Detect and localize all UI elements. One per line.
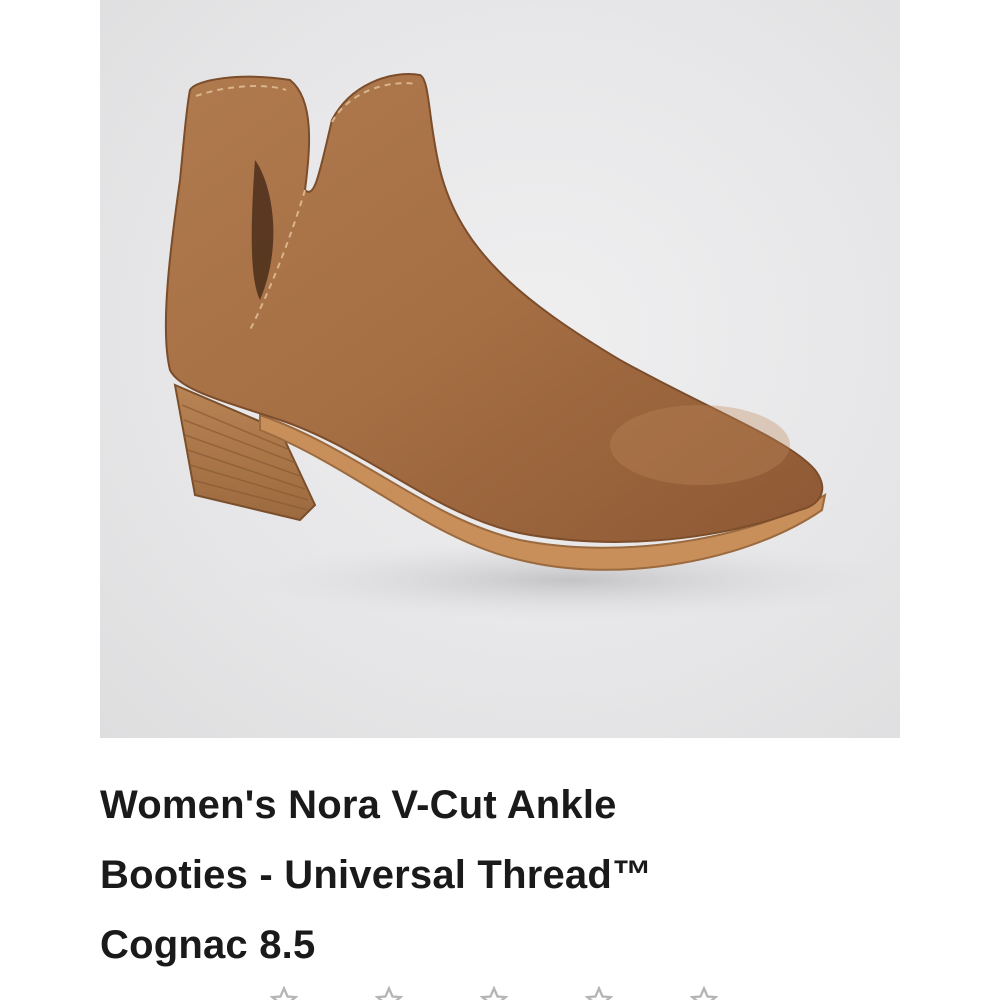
star-icon <box>480 986 508 1000</box>
star-icon <box>270 986 298 1000</box>
product-title-line: Women's Nora V-Cut Ankle <box>100 783 617 827</box>
ankle-bootie-photo <box>164 73 900 620</box>
product-image[interactable] <box>100 0 900 738</box>
product-page: Women's Nora V-Cut Ankle Booties - Unive… <box>0 0 1000 1000</box>
star-icon <box>690 986 718 1000</box>
product-title: Women's Nora V-Cut Ankle Booties - Unive… <box>100 770 900 980</box>
star-icon <box>375 986 403 1000</box>
product-title-line: Booties - Universal Thread™ <box>100 853 653 897</box>
rating-stars[interactable] <box>270 986 730 1000</box>
product-title-line: Cognac 8.5 <box>100 923 316 967</box>
star-icon <box>585 986 613 1000</box>
